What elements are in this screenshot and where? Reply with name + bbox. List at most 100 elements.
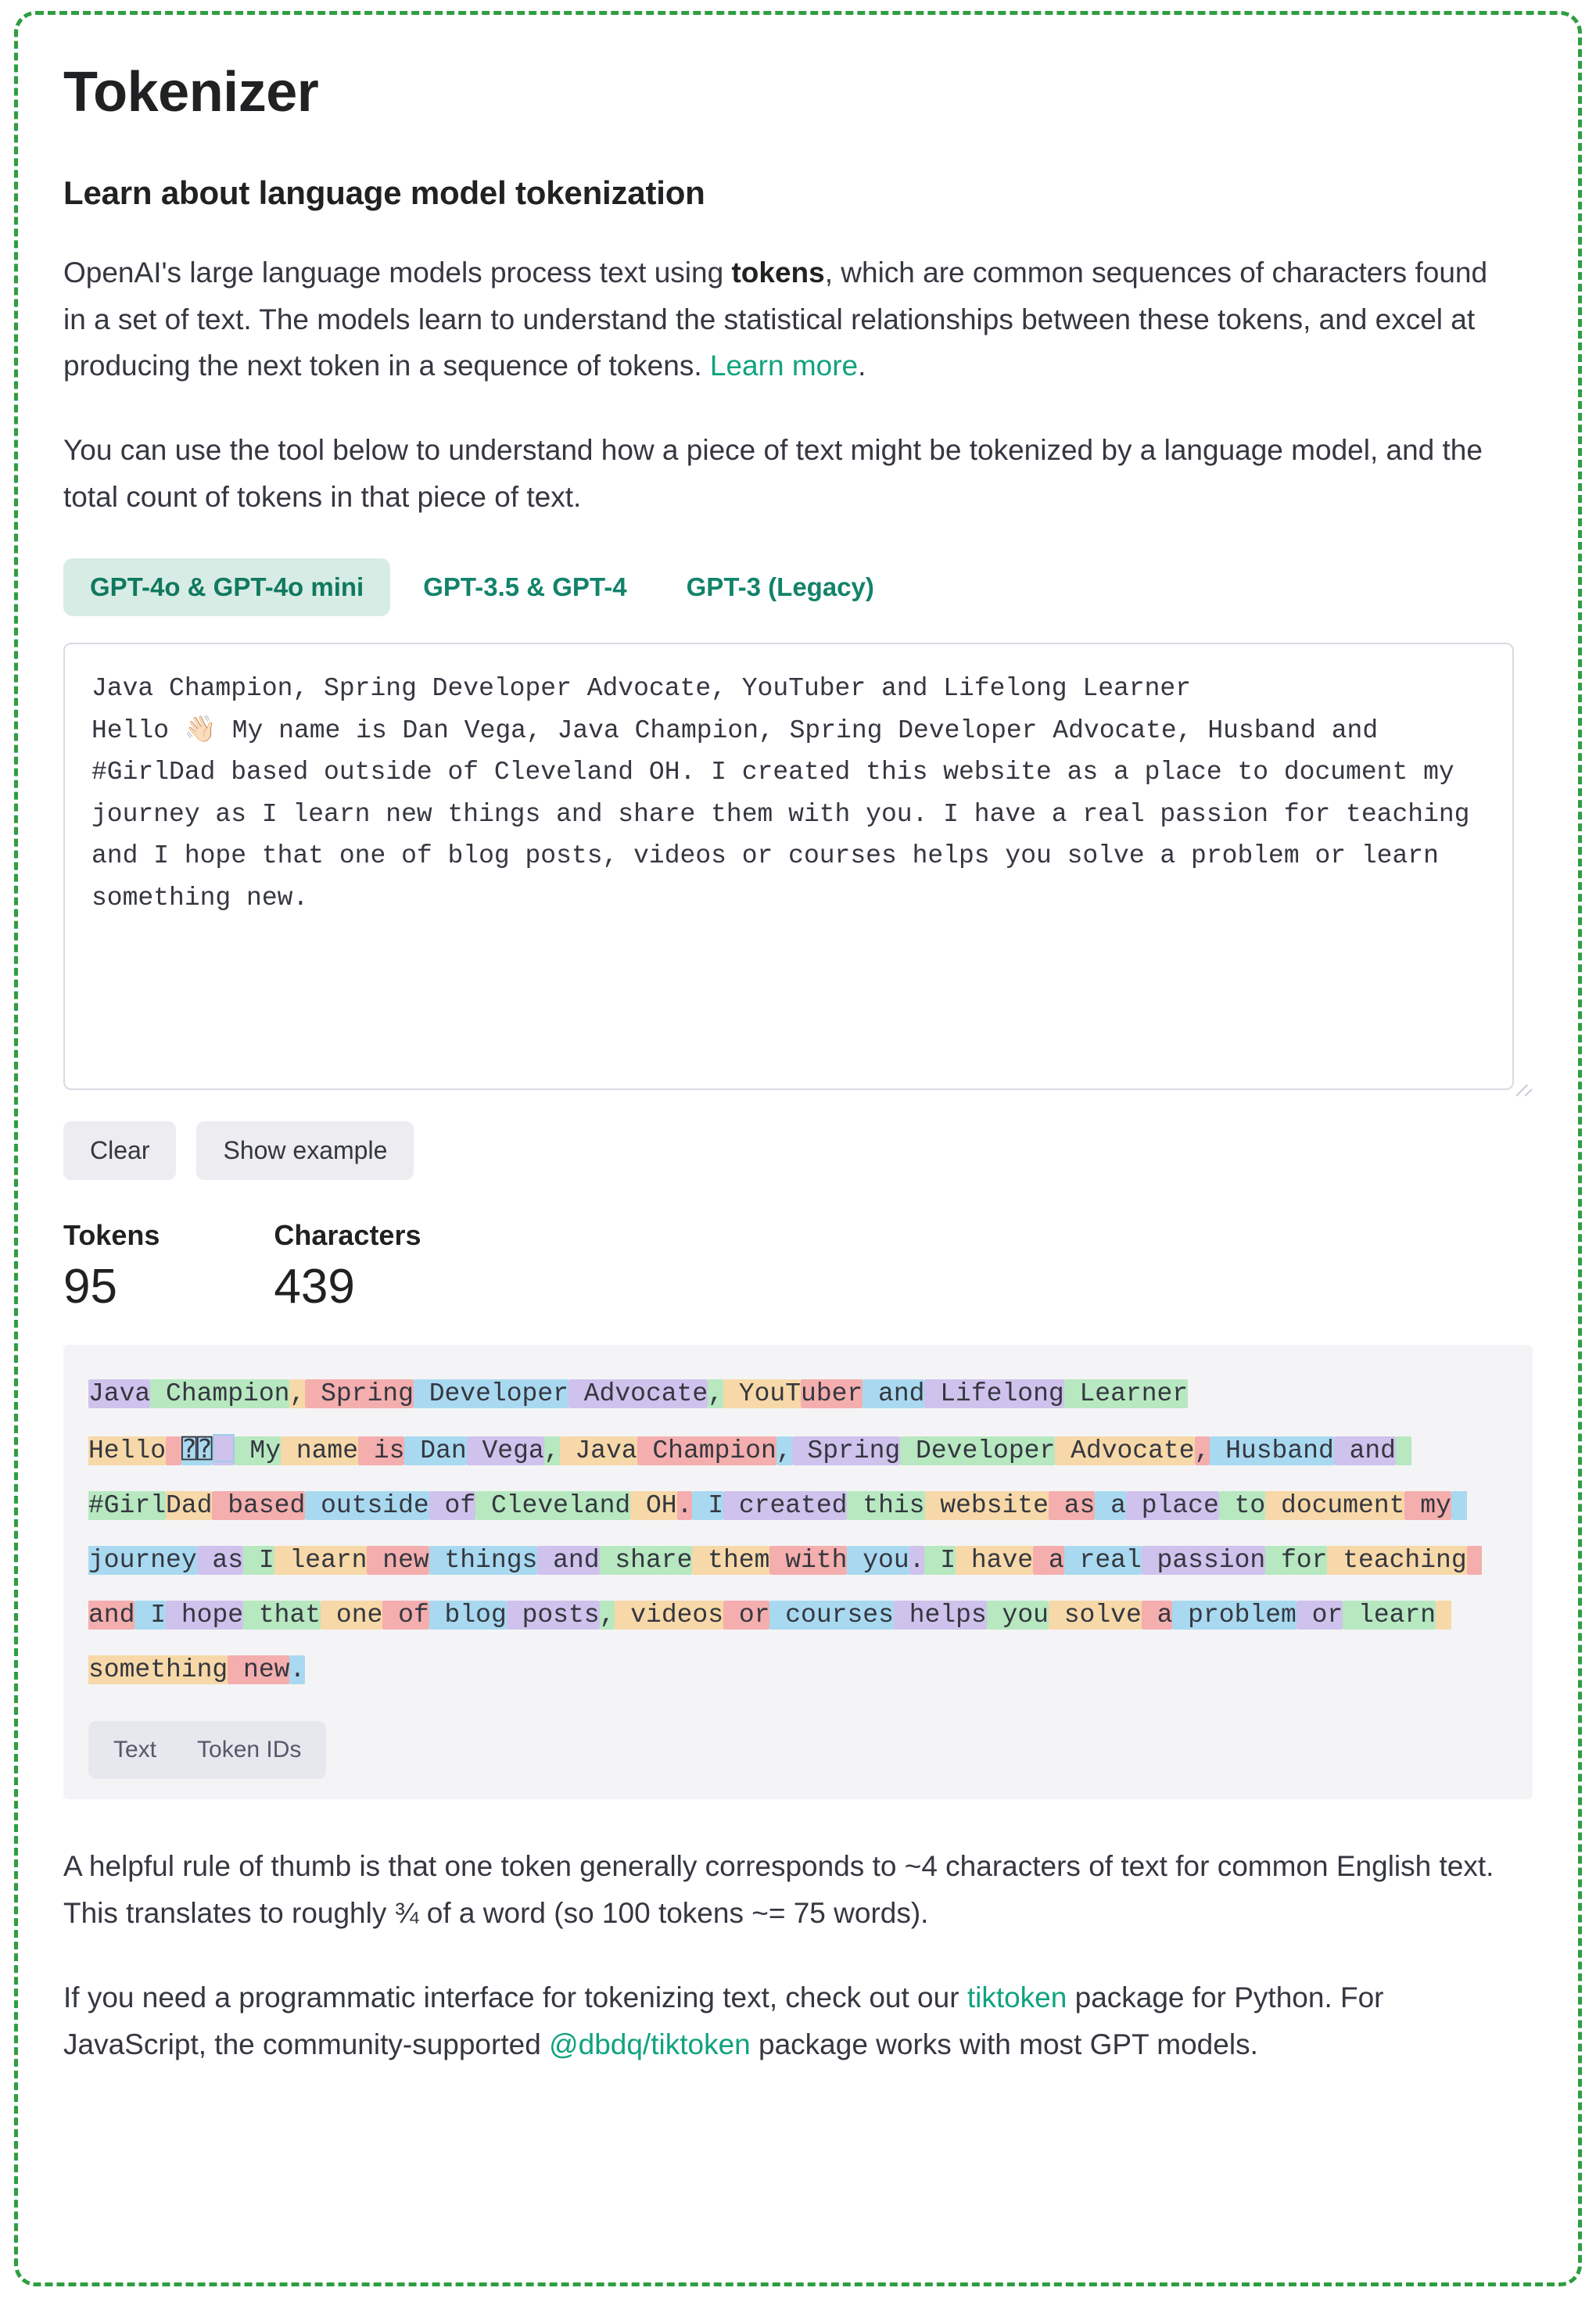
token-chip: posts — [506, 1601, 600, 1630]
token-chip: . — [676, 1491, 693, 1521]
intro-text-1: OpenAI's large language models process t… — [63, 256, 732, 289]
stat-tokens-value: 95 — [63, 1260, 117, 1314]
tiktoken-link[interactable]: tiktoken — [967, 1981, 1067, 2013]
token-chip: as — [196, 1546, 244, 1576]
token-chip: share — [599, 1546, 693, 1576]
token-chip: new — [367, 1546, 429, 1576]
token-chip: for — [1265, 1546, 1328, 1576]
token-chip: a — [1033, 1546, 1064, 1576]
token-chip: . — [289, 1655, 306, 1685]
token-chip: name — [281, 1436, 359, 1466]
token-chip: Hello — [88, 1436, 167, 1466]
dbdq-tiktoken-link[interactable]: @dbdq/tiktoken — [549, 2028, 751, 2060]
token-chip: is — [358, 1436, 405, 1466]
token-chip: I — [924, 1546, 956, 1576]
token-chip: outside — [305, 1491, 429, 1521]
token-chip: Advocate — [568, 1379, 708, 1409]
token-chip: and — [1333, 1436, 1396, 1466]
rule-of-thumb-paragraph: A helpful rule of thumb is that one toke… — [63, 1850, 1494, 1930]
token-chip: Spring — [791, 1436, 901, 1466]
token-chip: I — [692, 1491, 724, 1521]
token-chip: as — [1048, 1491, 1096, 1521]
token-chip: helps — [893, 1601, 987, 1630]
token-chip: things — [429, 1546, 538, 1576]
token-chip: courses — [769, 1601, 894, 1630]
tab-gpt3-legacy[interactable]: GPT-3 (Legacy) — [660, 558, 901, 616]
token-output-panel: Java Champion, Spring Developer Advocate… — [63, 1345, 1533, 1800]
token-chip: or — [1296, 1601, 1343, 1630]
token-chip: you — [847, 1546, 909, 1576]
page-title: Tokenizer — [63, 61, 319, 124]
tokenizer-input-textarea[interactable]: Java Champion, Spring Developer Advocate… — [63, 643, 1514, 1091]
api-text-3: package works with most GPT models. — [750, 2028, 1258, 2060]
stat-tokens: Tokens 95 — [63, 1219, 160, 1312]
token-chip: real — [1063, 1546, 1142, 1576]
token-chip: My — [234, 1436, 282, 1466]
token-chip: Advocate — [1055, 1436, 1195, 1466]
stats-row: Tokens 95 Characters 439 — [63, 1219, 1533, 1312]
token-chip — [166, 1436, 181, 1466]
token-chip: , — [1194, 1436, 1210, 1466]
token-chip: or — [723, 1601, 770, 1630]
token-chip: new — [228, 1655, 290, 1685]
page-subtitle: Learn about language model tokenization — [63, 174, 705, 212]
token-chip: videos — [615, 1601, 724, 1630]
token-chip: Champion — [637, 1436, 776, 1466]
token-chip: Java — [559, 1436, 637, 1466]
token-chip: learn — [274, 1546, 368, 1576]
intro-bold-tokens: tokens — [731, 256, 825, 289]
intro-paragraph: OpenAI's large language models process t… — [63, 249, 1502, 390]
clear-button[interactable]: Clear — [63, 1121, 177, 1181]
token-chip: a — [1095, 1491, 1126, 1521]
tab-gpt4o[interactable]: GPT-4o & GPT-4o mini — [63, 558, 391, 617]
view-toggle-group: Text Token IDs — [88, 1721, 327, 1780]
token-chip: Learner — [1063, 1379, 1189, 1409]
token-chip: teaching — [1327, 1546, 1467, 1576]
emoji-placeholder-icon — [212, 1434, 235, 1463]
token-chip: , — [599, 1601, 615, 1630]
stat-characters-label: Characters — [274, 1219, 421, 1252]
show-example-button[interactable]: Show example — [196, 1121, 414, 1181]
token-chip: them — [692, 1546, 770, 1576]
token-chip: ⍰⍰ — [181, 1433, 213, 1466]
toggle-text-view[interactable]: Text — [93, 1726, 177, 1774]
token-chip: Dad — [166, 1491, 213, 1521]
learn-more-link[interactable]: Learn more — [710, 350, 858, 382]
token-chip: document — [1265, 1491, 1405, 1521]
token-chip: hope — [166, 1601, 244, 1630]
token-chip: to — [1218, 1491, 1266, 1521]
token-chip: uber — [801, 1379, 863, 1409]
token-chip: of — [429, 1491, 476, 1521]
token-chip: blog — [429, 1601, 507, 1630]
token-chip: a — [1141, 1601, 1173, 1630]
stat-tokens-label: Tokens — [63, 1219, 160, 1252]
token-chip: of — [382, 1601, 429, 1630]
token-chip: I — [243, 1546, 274, 1576]
token-chip: , — [543, 1436, 560, 1466]
token-chip: Cleveland — [475, 1491, 631, 1521]
token-chip: Lifelong — [924, 1379, 1064, 1409]
tab-gpt35-gpt4[interactable]: GPT-3.5 & GPT-4 — [396, 558, 653, 616]
token-chip: website — [924, 1491, 1049, 1521]
token-chip: OH — [630, 1491, 677, 1521]
token-chip: with — [769, 1546, 848, 1576]
token-chip: solve — [1048, 1601, 1142, 1630]
action-button-row: Clear Show example — [63, 1121, 1533, 1181]
token-chip: that — [243, 1601, 321, 1630]
textarea-wrapper: Java Champion, Spring Developer Advocate… — [63, 643, 1533, 1091]
token-chip: , — [708, 1379, 723, 1409]
token-chip: . — [909, 1546, 925, 1576]
token-chip: you — [986, 1601, 1049, 1630]
token-chip: learn — [1343, 1601, 1436, 1630]
token-chip: created — [723, 1491, 848, 1521]
token-chip: Developer — [900, 1436, 1056, 1466]
token-chip: Java — [88, 1379, 151, 1409]
token-chip: Vega — [466, 1436, 544, 1466]
toggle-token-ids-view[interactable]: Token IDs — [177, 1726, 321, 1774]
token-chip — [212, 1434, 235, 1466]
tokenizer-page: Tokenizer Learn about language model tok… — [14, 11, 1582, 2286]
token-chip: and — [537, 1546, 600, 1576]
api-paragraph: If you need a programmatic interface for… — [63, 1974, 1510, 2068]
token-chip: and — [863, 1379, 925, 1409]
token-chip: Dan — [404, 1436, 467, 1466]
